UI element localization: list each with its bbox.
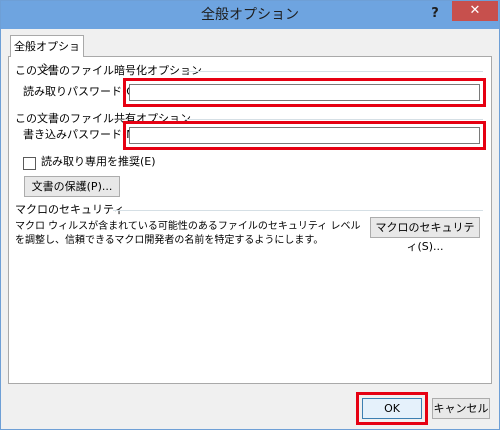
write-password-input[interactable] (129, 127, 480, 144)
write-password-label: 書き込みパスワード(M): (23, 128, 144, 141)
help-icon[interactable]: ? (422, 3, 448, 25)
macro-description: マクロ ウィルスが含まれている可能性のあるファイルのセキュリティ レベルを調整し… (15, 221, 361, 246)
sharing-section-heading: この文書のファイル共有オプション (15, 112, 191, 125)
cancel-button[interactable]: キャンセル (432, 398, 490, 419)
tab-panel: この文書のファイル暗号化オプション 読み取りパスワード(O): この文書のファイ… (8, 56, 492, 384)
readonly-recommended-label: 読み取り専用を推奨(E) (41, 155, 156, 168)
tab-general-options[interactable]: 全般オプション (10, 35, 84, 74)
macro-section-heading: マクロのセキュリティ (15, 203, 125, 216)
readonly-recommended-checkbox[interactable] (23, 157, 36, 170)
title-bar[interactable]: 全般オプション ? ✕ (1, 1, 499, 29)
close-icon: ✕ (469, 3, 481, 18)
ok-button[interactable]: OK (362, 398, 422, 419)
read-password-label: 読み取りパスワード(O): (23, 85, 143, 98)
protect-document-button[interactable]: 文書の保護(P)... (24, 176, 120, 197)
section-divider (187, 71, 483, 72)
close-button[interactable]: ✕ (452, 1, 498, 21)
section-divider (113, 210, 483, 211)
macro-security-button[interactable]: マクロのセキュリティ(S)... (370, 217, 480, 253)
section-divider (185, 119, 483, 120)
dialog-window: 全般オプション ? ✕ 全般オプション この文書のファイル暗号化オプション 読み… (0, 0, 500, 430)
read-password-input[interactable] (129, 84, 480, 101)
